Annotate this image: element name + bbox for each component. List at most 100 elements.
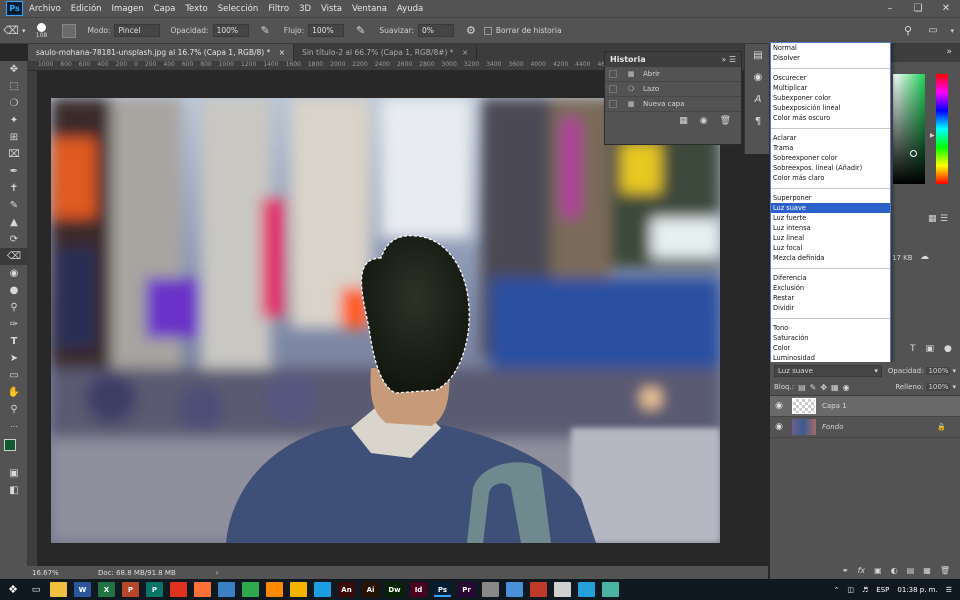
tab-document-1[interactable]: saulo-mohana-78181-unsplash.jpg al 16.7%… [28, 44, 295, 61]
preset-dropdown-arrow-icon[interactable]: ▾ [22, 27, 26, 35]
hand-tool-icon[interactable]: ✋ [0, 384, 28, 401]
blend-option[interactable]: Luz fuerte [771, 213, 890, 223]
menu-seleccion[interactable]: Selección [218, 4, 259, 14]
panel-menu-icon[interactable]: » [946, 47, 952, 57]
menu-ventana[interactable]: Ventana [352, 4, 387, 14]
clock[interactable]: 01:38 p. m. [897, 586, 937, 594]
zoom-level[interactable]: 16.67% [32, 569, 82, 577]
edit-toolbar-icon[interactable]: ⋯ [0, 418, 28, 435]
quick-selection-tool-icon[interactable]: ✦ [0, 112, 28, 129]
quick-mask-icon[interactable]: ▣ [0, 465, 28, 482]
history-item[interactable]: ▦ Nueva capa [605, 97, 741, 112]
menu-filtro[interactable]: Filtro [268, 4, 289, 14]
menu-edicion[interactable]: Edición [71, 4, 102, 14]
menu-texto[interactable]: Texto [185, 4, 207, 14]
blend-option[interactable]: Diferencia [771, 273, 890, 283]
history-source-checkbox[interactable] [609, 85, 617, 93]
new-document-from-state-icon[interactable]: ▦ [679, 116, 688, 126]
history-item[interactable]: ▦ Abrir [605, 67, 741, 82]
volume-icon[interactable]: ♬ [862, 586, 868, 594]
taskbar-app-icon[interactable] [482, 582, 499, 597]
taskbar-app-icon[interactable] [530, 582, 547, 597]
history-item[interactable]: ❍ Lazo [605, 82, 741, 97]
close-tab-icon[interactable]: × [462, 48, 468, 57]
taskbar-app-icon[interactable]: Id [410, 582, 427, 597]
snapshot-camera-icon[interactable]: ◉ [700, 116, 708, 126]
hue-slider[interactable] [936, 74, 948, 184]
marquee-tool-icon[interactable]: ⬚ [0, 78, 28, 95]
visibility-eye-icon[interactable]: ◉ [770, 422, 788, 432]
visibility-eye-icon[interactable]: ◉ [770, 401, 788, 411]
pen-tool-icon[interactable]: ✑ [0, 316, 28, 333]
blend-option[interactable]: Color más claro [771, 173, 890, 183]
search-icon[interactable]: ⚲ [904, 24, 912, 37]
menu-imagen[interactable]: Imagen [112, 4, 144, 14]
crop-tool-icon[interactable]: ⊞ [0, 129, 28, 146]
path-selection-tool-icon[interactable]: ➤ [0, 350, 28, 367]
menu-vista[interactable]: Vista [321, 4, 342, 14]
history-source-checkbox[interactable] [609, 70, 617, 78]
paragraph-panel-icon[interactable]: ¶ [745, 110, 771, 132]
language-indicator[interactable]: ESP [876, 586, 889, 594]
taskbar-app-icon[interactable] [242, 582, 259, 597]
close-tab-icon[interactable]: × [279, 48, 285, 57]
move-tool-icon[interactable]: ✥ [0, 61, 28, 78]
new-layer-icon[interactable]: ▦ [923, 566, 931, 575]
airbrush-icon[interactable]: ✎ [356, 24, 365, 37]
blend-option[interactable]: Sobreexponer color [771, 153, 890, 163]
blend-option[interactable]: Multiplicar [771, 83, 890, 93]
taskbar-app-icon[interactable]: X [98, 582, 115, 597]
history-brush-tool-icon[interactable]: ⟳ [0, 231, 28, 248]
blend-option[interactable]: Normal [771, 43, 890, 53]
history-source-checkbox[interactable] [609, 100, 617, 108]
document-image[interactable] [51, 98, 720, 543]
flujo-input[interactable]: 100% [308, 24, 345, 37]
taskbar-app-icon[interactable] [290, 582, 307, 597]
opacidad-input[interactable]: 100% [212, 24, 249, 37]
close-icon[interactable]: ✕ [932, 0, 960, 17]
screen-mode-icon[interactable]: ◧ [0, 482, 28, 499]
lock-buttons-icon[interactable]: ▤✎✥▦◉ [798, 383, 854, 392]
borrar-historia-checkbox[interactable] [483, 26, 492, 35]
history-panel-title[interactable]: Historia [610, 55, 646, 64]
pressure-opacity-icon[interactable]: ✎ [261, 24, 270, 37]
gear-icon[interactable]: ⚙ [466, 24, 476, 37]
blend-option[interactable]: Oscurecer [771, 73, 890, 83]
taskbar-app-icon[interactable]: P [122, 582, 139, 597]
color-panel[interactable]: ▶ [893, 70, 960, 190]
eyedropper-tool-icon[interactable]: ✒ [0, 163, 28, 180]
adjustment-layer-icon[interactable]: ◐ [891, 566, 898, 575]
taskbar-app-icon[interactable]: Ai [362, 582, 379, 597]
link-layers-icon[interactable]: ⚭ [842, 566, 849, 575]
blend-mode-select[interactable]: Luz suave ▾ [774, 364, 882, 377]
blend-option[interactable]: Mezcla definida [771, 253, 890, 263]
opacity-input[interactable]: 100% [926, 366, 951, 375]
taskbar-app-icon[interactable]: Dw [386, 582, 403, 597]
blend-option[interactable]: Trama [771, 143, 890, 153]
taskbar-app-icon[interactable] [170, 582, 187, 597]
layer-row[interactable]: ◉ Fondo 🔒 [770, 417, 960, 438]
taskbar-app-icon[interactable] [266, 582, 283, 597]
taskbar-app-icon[interactable] [194, 582, 211, 597]
workspace-icon[interactable]: ▭ [929, 25, 938, 36]
blend-option[interactable]: Color más oscuro [771, 113, 890, 123]
tab-document-2[interactable]: Sin título-2 al 66.7% (Capa 1, RGB/8#) *… [294, 44, 478, 61]
restore-icon[interactable]: ❏ [904, 0, 932, 17]
eraser-tool-icon[interactable]: ⌫ [0, 248, 28, 265]
taskbar-app-icon[interactable] [554, 582, 571, 597]
photoshop-logo-icon[interactable]: Ps [6, 1, 23, 16]
minimize-icon[interactable]: – [876, 0, 904, 17]
taskbar-app-icon[interactable]: W [74, 582, 91, 597]
type-filter-icon[interactable]: T [910, 344, 916, 354]
taskbar-app-icon[interactable]: Pr [458, 582, 475, 597]
blend-option-selected[interactable]: Luz suave [771, 203, 890, 213]
taskbar-app-icon[interactable] [602, 582, 619, 597]
taskbar-app-icon[interactable] [506, 582, 523, 597]
color-picker-cursor-icon[interactable] [910, 150, 917, 157]
show-hidden-icons-icon[interactable]: ⌃ [834, 586, 840, 594]
blend-option[interactable]: Dividir [771, 303, 890, 313]
trash-icon[interactable]: 🗑 [940, 566, 950, 575]
blend-mode-dropdown[interactable]: Normal Disolver Oscurecer Multiplicar Su… [770, 42, 891, 363]
blend-option[interactable]: Saturación [771, 333, 890, 343]
status-menu-arrow-icon[interactable]: › [216, 569, 219, 577]
